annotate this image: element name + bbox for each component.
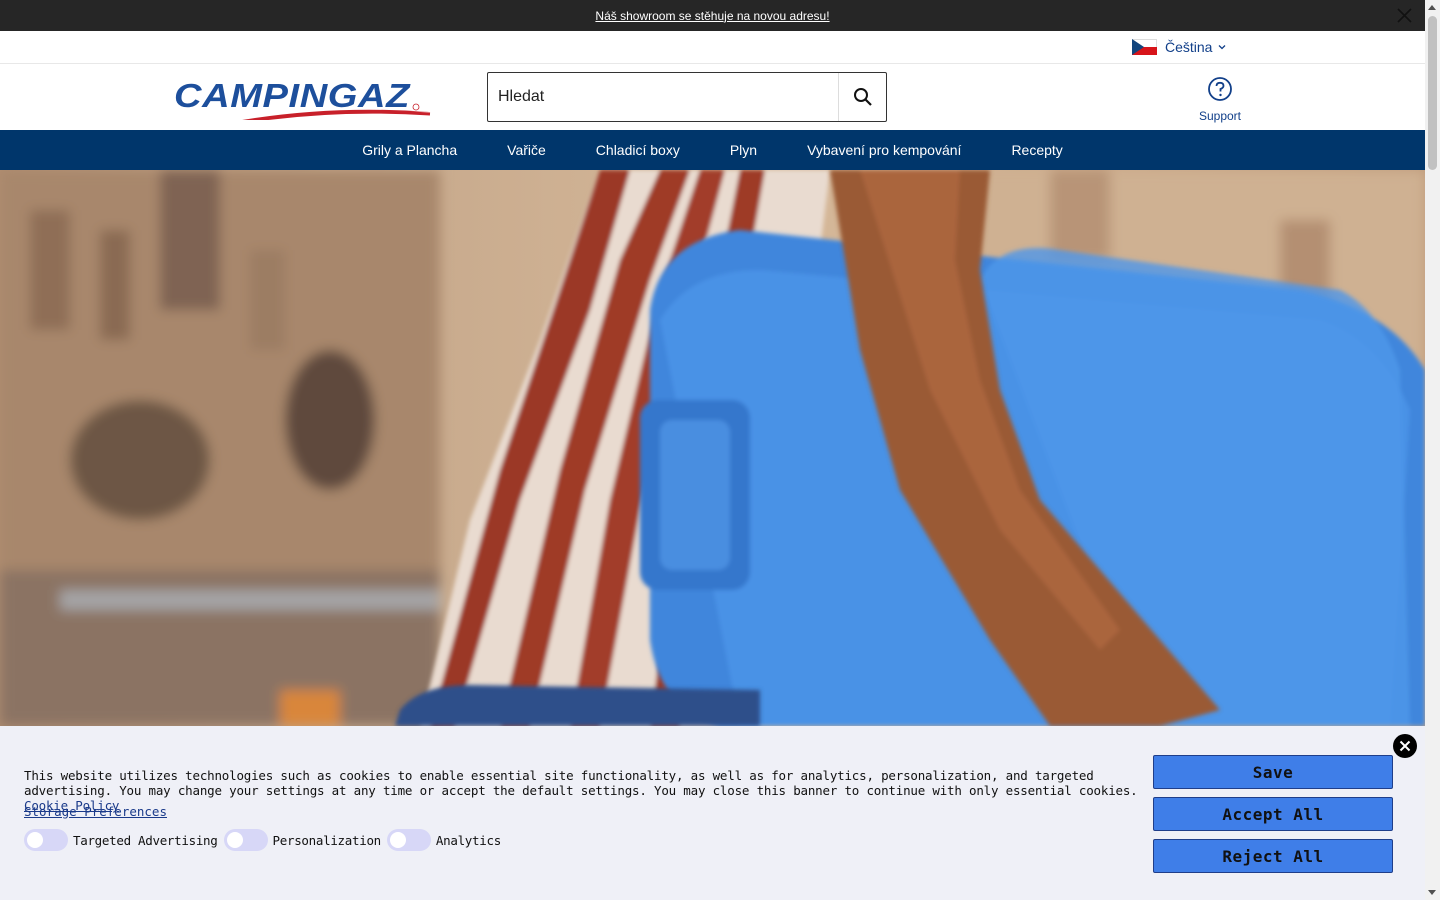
targeted-advertising-toggle[interactable] — [24, 829, 68, 851]
personalization-toggle[interactable] — [223, 829, 268, 851]
close-icon — [1399, 740, 1411, 752]
search-box — [487, 72, 887, 122]
nav-item-coolers[interactable]: Chladicí boxy — [571, 142, 705, 158]
personalization-label: Personalization — [272, 832, 382, 848]
consent-toggles: Targeted Advertising Personalization Ana… — [24, 829, 507, 851]
page-scrollbar[interactable] — [1425, 0, 1440, 900]
search-input[interactable] — [488, 73, 838, 121]
storage-preferences-link[interactable]: Storage Preferences — [24, 804, 167, 819]
close-icon[interactable] — [1396, 7, 1413, 24]
scroll-down-arrow-icon[interactable] — [1428, 890, 1436, 895]
nav-item-stoves[interactable]: Vařiče — [482, 142, 571, 158]
search-icon — [853, 88, 872, 106]
language-row: Čeština — [0, 31, 1425, 64]
analytics-toggle[interactable] — [386, 829, 431, 851]
analytics-label: Analytics — [435, 832, 501, 848]
nav-item-gas[interactable]: Plyn — [705, 142, 782, 158]
reject-all-button[interactable]: Reject All — [1153, 839, 1393, 873]
main-nav: Grily a Plancha Vařiče Chladicí boxy Ply… — [0, 130, 1425, 170]
logo-wordmark: CAMPINGAZ — [174, 77, 412, 114]
czech-flag-icon — [1132, 39, 1157, 55]
save-button[interactable]: Save — [1153, 755, 1393, 789]
language-label: Čeština — [1165, 39, 1213, 55]
language-selector[interactable]: Čeština — [1132, 39, 1226, 55]
targeted-advertising-label: Targeted Advertising — [73, 832, 218, 848]
cookie-text: This website utilizes technologies such … — [24, 768, 1138, 798]
cookie-banner: This website utilizes technologies such … — [0, 726, 1425, 900]
announcement-link[interactable]: Náš showroom se stěhuje na novou adresu! — [595, 9, 829, 23]
hero-image — [0, 170, 1425, 726]
help-icon — [1208, 77, 1232, 101]
nav-item-recipes[interactable]: Recepty — [986, 142, 1087, 158]
scroll-up-arrow-icon[interactable] — [1428, 5, 1436, 10]
scrollbar-thumb[interactable] — [1428, 16, 1437, 170]
campingaz-logo[interactable]: CAMPINGAZ — [172, 74, 432, 120]
cookie-text-block: This website utilizes technologies such … — [24, 768, 1139, 813]
support-link[interactable]: Support — [1192, 76, 1248, 123]
search-button[interactable] — [838, 73, 886, 121]
cookie-close-button[interactable] — [1393, 734, 1417, 758]
nav-item-grills[interactable]: Grily a Plancha — [337, 142, 482, 158]
accept-all-button[interactable]: Accept All — [1153, 797, 1393, 831]
announcement-bar: Náš showroom se stěhuje na novou adresu! — [0, 0, 1425, 31]
site-header: CAMPINGAZ Support — [0, 64, 1425, 130]
support-label: Support — [1198, 109, 1242, 123]
nav-item-camping[interactable]: Vybavení pro kempování — [782, 142, 986, 158]
hero-video — [0, 170, 1425, 726]
chevron-down-icon — [1219, 45, 1226, 50]
